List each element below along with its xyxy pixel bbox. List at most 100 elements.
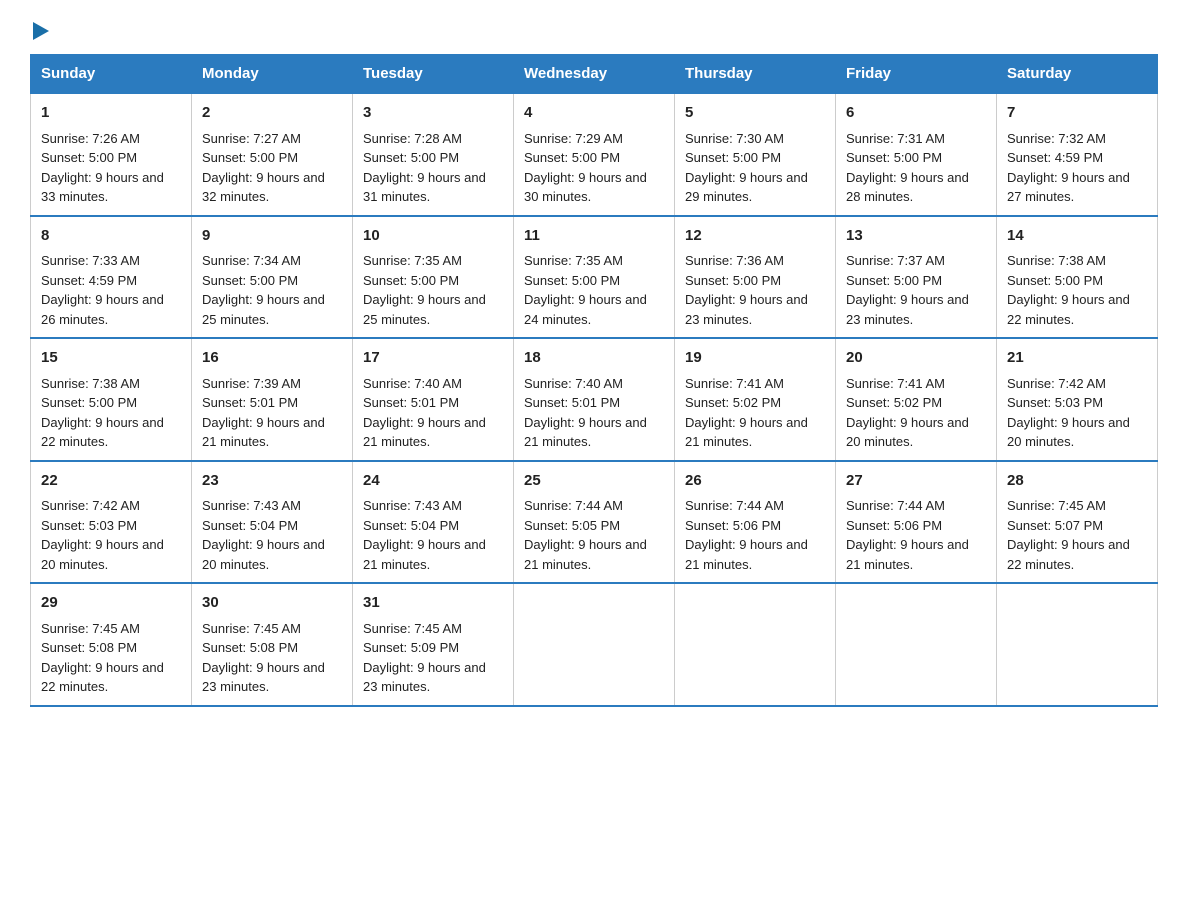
calendar-cell: 6 Sunrise: 7:31 AM Sunset: 5:00 PM Dayli…: [836, 93, 997, 216]
daylight-text: Daylight: 9 hours and 23 minutes.: [363, 660, 486, 695]
sunset-text: Sunset: 5:00 PM: [363, 150, 459, 165]
daylight-text: Daylight: 9 hours and 20 minutes.: [1007, 415, 1130, 450]
calendar-cell: 1 Sunrise: 7:26 AM Sunset: 5:00 PM Dayli…: [31, 93, 192, 216]
sunset-text: Sunset: 5:04 PM: [363, 518, 459, 533]
sunrise-text: Sunrise: 7:45 AM: [1007, 498, 1106, 513]
sunset-text: Sunset: 5:03 PM: [41, 518, 137, 533]
sunrise-text: Sunrise: 7:45 AM: [41, 621, 140, 636]
day-number: 8: [41, 225, 181, 248]
sunrise-text: Sunrise: 7:43 AM: [202, 498, 301, 513]
calendar-cell: 14 Sunrise: 7:38 AM Sunset: 5:00 PM Dayl…: [997, 216, 1158, 339]
sunset-text: Sunset: 5:00 PM: [524, 150, 620, 165]
column-header-thursday: Thursday: [675, 55, 836, 94]
sunrise-text: Sunrise: 7:41 AM: [685, 376, 784, 391]
daylight-text: Daylight: 9 hours and 24 minutes.: [524, 292, 647, 327]
sunset-text: Sunset: 5:00 PM: [202, 150, 298, 165]
calendar-cell: 20 Sunrise: 7:41 AM Sunset: 5:02 PM Dayl…: [836, 338, 997, 461]
day-number: 16: [202, 347, 342, 370]
sunrise-text: Sunrise: 7:39 AM: [202, 376, 301, 391]
daylight-text: Daylight: 9 hours and 22 minutes.: [1007, 537, 1130, 572]
sunset-text: Sunset: 5:00 PM: [685, 150, 781, 165]
daylight-text: Daylight: 9 hours and 21 minutes.: [685, 415, 808, 450]
calendar-cell: 15 Sunrise: 7:38 AM Sunset: 5:00 PM Dayl…: [31, 338, 192, 461]
calendar-week-row: 22 Sunrise: 7:42 AM Sunset: 5:03 PM Dayl…: [31, 461, 1158, 584]
daylight-text: Daylight: 9 hours and 27 minutes.: [1007, 170, 1130, 205]
calendar-table: SundayMondayTuesdayWednesdayThursdayFrid…: [30, 54, 1158, 707]
sunrise-text: Sunrise: 7:38 AM: [41, 376, 140, 391]
calendar-cell: 9 Sunrise: 7:34 AM Sunset: 5:00 PM Dayli…: [192, 216, 353, 339]
sunset-text: Sunset: 5:00 PM: [524, 273, 620, 288]
sunset-text: Sunset: 5:04 PM: [202, 518, 298, 533]
day-number: 5: [685, 102, 825, 125]
daylight-text: Daylight: 9 hours and 23 minutes.: [846, 292, 969, 327]
day-number: 17: [363, 347, 503, 370]
sunset-text: Sunset: 5:00 PM: [41, 395, 137, 410]
calendar-cell: [675, 583, 836, 706]
page-header: [30, 20, 1158, 38]
calendar-cell: 7 Sunrise: 7:32 AM Sunset: 4:59 PM Dayli…: [997, 93, 1158, 216]
sunrise-text: Sunrise: 7:41 AM: [846, 376, 945, 391]
sunrise-text: Sunrise: 7:33 AM: [41, 253, 140, 268]
day-number: 12: [685, 225, 825, 248]
day-number: 29: [41, 592, 181, 615]
logo-arrow-icon: [33, 20, 49, 42]
day-number: 26: [685, 470, 825, 493]
calendar-cell: 10 Sunrise: 7:35 AM Sunset: 5:00 PM Dayl…: [353, 216, 514, 339]
day-number: 13: [846, 225, 986, 248]
calendar-cell: 17 Sunrise: 7:40 AM Sunset: 5:01 PM Dayl…: [353, 338, 514, 461]
day-number: 10: [363, 225, 503, 248]
column-header-tuesday: Tuesday: [353, 55, 514, 94]
sunset-text: Sunset: 5:00 PM: [846, 150, 942, 165]
daylight-text: Daylight: 9 hours and 26 minutes.: [41, 292, 164, 327]
daylight-text: Daylight: 9 hours and 25 minutes.: [202, 292, 325, 327]
sunrise-text: Sunrise: 7:42 AM: [41, 498, 140, 513]
sunrise-text: Sunrise: 7:36 AM: [685, 253, 784, 268]
day-number: 21: [1007, 347, 1147, 370]
day-number: 31: [363, 592, 503, 615]
daylight-text: Daylight: 9 hours and 21 minutes.: [363, 537, 486, 572]
calendar-header-row: SundayMondayTuesdayWednesdayThursdayFrid…: [31, 55, 1158, 94]
sunrise-text: Sunrise: 7:35 AM: [524, 253, 623, 268]
column-header-sunday: Sunday: [31, 55, 192, 94]
sunrise-text: Sunrise: 7:34 AM: [202, 253, 301, 268]
sunset-text: Sunset: 4:59 PM: [1007, 150, 1103, 165]
calendar-cell: 5 Sunrise: 7:30 AM Sunset: 5:00 PM Dayli…: [675, 93, 836, 216]
sunrise-text: Sunrise: 7:44 AM: [524, 498, 623, 513]
daylight-text: Daylight: 9 hours and 25 minutes.: [363, 292, 486, 327]
calendar-cell: 31 Sunrise: 7:45 AM Sunset: 5:09 PM Dayl…: [353, 583, 514, 706]
calendar-week-row: 1 Sunrise: 7:26 AM Sunset: 5:00 PM Dayli…: [31, 93, 1158, 216]
calendar-cell: 12 Sunrise: 7:36 AM Sunset: 5:00 PM Dayl…: [675, 216, 836, 339]
column-header-monday: Monday: [192, 55, 353, 94]
calendar-cell: [514, 583, 675, 706]
day-number: 30: [202, 592, 342, 615]
daylight-text: Daylight: 9 hours and 22 minutes.: [1007, 292, 1130, 327]
sunrise-text: Sunrise: 7:43 AM: [363, 498, 462, 513]
sunset-text: Sunset: 5:03 PM: [1007, 395, 1103, 410]
calendar-cell: 25 Sunrise: 7:44 AM Sunset: 5:05 PM Dayl…: [514, 461, 675, 584]
sunset-text: Sunset: 5:06 PM: [846, 518, 942, 533]
sunrise-text: Sunrise: 7:35 AM: [363, 253, 462, 268]
day-number: 1: [41, 102, 181, 125]
sunrise-text: Sunrise: 7:37 AM: [846, 253, 945, 268]
daylight-text: Daylight: 9 hours and 21 minutes.: [202, 415, 325, 450]
daylight-text: Daylight: 9 hours and 32 minutes.: [202, 170, 325, 205]
calendar-week-row: 15 Sunrise: 7:38 AM Sunset: 5:00 PM Dayl…: [31, 338, 1158, 461]
sunrise-text: Sunrise: 7:26 AM: [41, 131, 140, 146]
day-number: 24: [363, 470, 503, 493]
daylight-text: Daylight: 9 hours and 30 minutes.: [524, 170, 647, 205]
day-number: 6: [846, 102, 986, 125]
calendar-week-row: 29 Sunrise: 7:45 AM Sunset: 5:08 PM Dayl…: [31, 583, 1158, 706]
daylight-text: Daylight: 9 hours and 21 minutes.: [524, 537, 647, 572]
daylight-text: Daylight: 9 hours and 33 minutes.: [41, 170, 164, 205]
calendar-cell: 4 Sunrise: 7:29 AM Sunset: 5:00 PM Dayli…: [514, 93, 675, 216]
day-number: 18: [524, 347, 664, 370]
daylight-text: Daylight: 9 hours and 21 minutes.: [524, 415, 647, 450]
sunset-text: Sunset: 5:01 PM: [363, 395, 459, 410]
day-number: 19: [685, 347, 825, 370]
column-header-friday: Friday: [836, 55, 997, 94]
calendar-cell: 27 Sunrise: 7:44 AM Sunset: 5:06 PM Dayl…: [836, 461, 997, 584]
daylight-text: Daylight: 9 hours and 21 minutes.: [363, 415, 486, 450]
sunrise-text: Sunrise: 7:32 AM: [1007, 131, 1106, 146]
calendar-cell: 26 Sunrise: 7:44 AM Sunset: 5:06 PM Dayl…: [675, 461, 836, 584]
sunrise-text: Sunrise: 7:27 AM: [202, 131, 301, 146]
